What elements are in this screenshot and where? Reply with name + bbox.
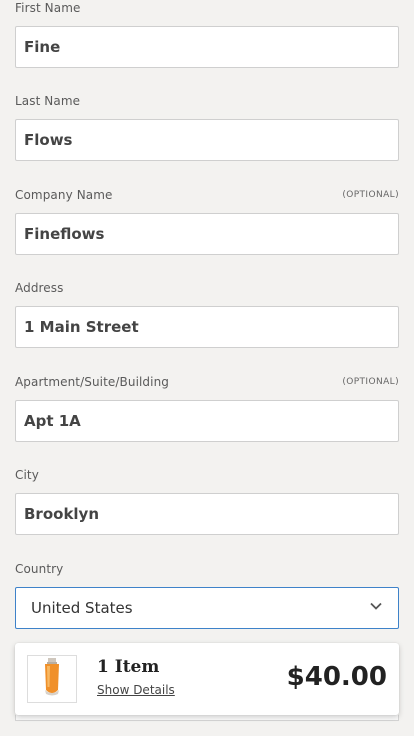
- chevron-down-icon: [369, 599, 383, 617]
- cart-item-count: 1 Item: [97, 657, 160, 677]
- apartment-optional-label: (OPTIONAL): [342, 377, 399, 387]
- company-name-input[interactable]: Fineflows: [15, 213, 399, 255]
- address-input[interactable]: 1 Main Street: [15, 306, 399, 348]
- country-field: Country United States: [15, 561, 399, 629]
- cart-total-price: $40.00: [286, 662, 387, 692]
- address-label: Address: [15, 281, 64, 295]
- address-field: Address 1 Main Street: [15, 280, 399, 348]
- company-name-field: Company Name (OPTIONAL) Fineflows: [15, 187, 399, 255]
- last-name-field: Last Name Flows: [15, 93, 399, 161]
- city-input[interactable]: Brooklyn: [15, 493, 399, 535]
- apartment-input[interactable]: Apt 1A: [15, 400, 399, 442]
- last-name-input[interactable]: Flows: [15, 119, 399, 161]
- country-select[interactable]: United States: [15, 587, 399, 629]
- company-optional-label: (OPTIONAL): [342, 190, 399, 200]
- first-name-field: First Name Fine: [15, 0, 399, 68]
- hidden-field-edge: [15, 715, 399, 721]
- first-name-input[interactable]: Fine: [15, 26, 399, 68]
- city-label: City: [15, 468, 39, 482]
- show-details-link[interactable]: Show Details: [97, 683, 175, 697]
- last-name-label: Last Name: [15, 94, 81, 108]
- orange-tube-icon: [41, 657, 63, 701]
- company-name-label: Company Name: [15, 188, 113, 202]
- first-name-label: First Name: [15, 1, 81, 15]
- order-summary-card: 1 Item Show Details $40.00: [15, 643, 399, 715]
- product-thumbnail: [27, 655, 77, 703]
- apartment-field: Apartment/Suite/Building (OPTIONAL) Apt …: [15, 374, 399, 442]
- city-field: City Brooklyn: [15, 467, 399, 535]
- apartment-label: Apartment/Suite/Building: [15, 375, 170, 389]
- country-label: Country: [15, 562, 64, 576]
- country-selected-value: United States: [31, 599, 133, 617]
